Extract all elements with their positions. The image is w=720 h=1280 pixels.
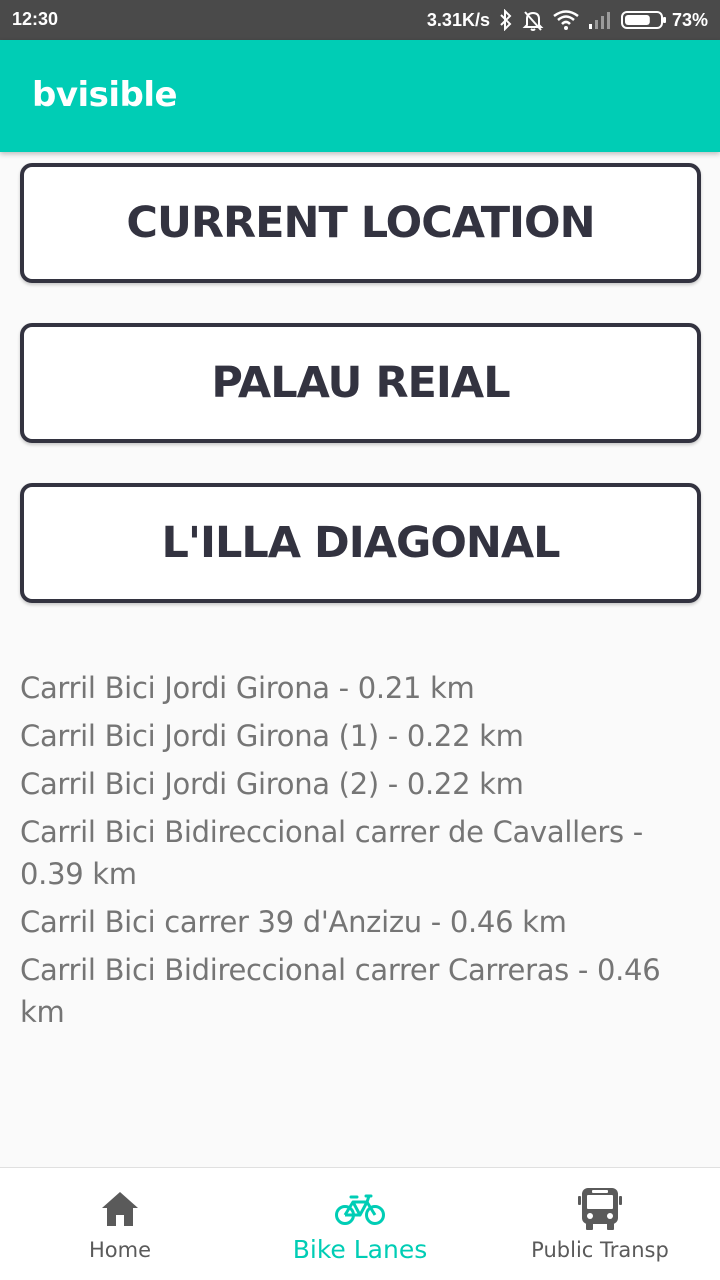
bike-lane-item: Carril Bici Jordi Girona (1) - 0.22 km: [20, 719, 524, 753]
bus-icon: [576, 1188, 624, 1230]
nav-bike-lanes[interactable]: Bike Lanes: [240, 1168, 480, 1280]
bike-lane-item: Carril Bici Jordi Girona (2) - 0.22 km: [20, 767, 524, 801]
battery-indicator: 73%: [620, 9, 708, 31]
signal-icon: [588, 11, 612, 29]
bike-lane-item: Carril Bici Bidireccional carrer Carrera…: [20, 953, 661, 1029]
nav-home-label: Home: [88, 1238, 151, 1262]
bike-lane-list: Carril Bici Jordi Girona - 0.21 km Carri…: [20, 667, 700, 1039]
home-icon: [100, 1188, 140, 1230]
lilla-diagonal-button[interactable]: L'ILLA DIAGONAL: [20, 483, 701, 603]
app-bar: bvisible: [0, 40, 720, 152]
bell-off-icon: [522, 9, 544, 31]
network-speed: 3.31K/s: [426, 9, 490, 30]
app-title: bvisible: [32, 75, 178, 115]
current-location-button[interactable]: CURRENT LOCATION: [20, 163, 701, 283]
bicycle-icon: [335, 1188, 385, 1230]
nav-public-transport-label: Public Transp: [531, 1238, 669, 1262]
nav-home[interactable]: Home: [0, 1168, 240, 1280]
screen: 12:30 3.31K/s 73% bvisible CURRENT LOCAT…: [0, 0, 720, 1280]
bottom-navigation: Home Bike Lanes Public Transp: [0, 1167, 720, 1280]
palau-reial-button[interactable]: PALAU REIAL: [20, 323, 701, 443]
battery-percent: 73%: [671, 9, 708, 30]
status-indicators: 3.31K/s 73%: [427, 0, 708, 40]
bike-lane-item: Carril Bici Jordi Girona - 0.21 km: [20, 671, 475, 705]
battery-icon: [620, 11, 666, 29]
bike-lane-item: Carril Bici Bidireccional carrer de Cava…: [20, 815, 643, 891]
status-time: 12:30: [12, 9, 59, 29]
bike-lane-item: Carril Bici carrer 39 d'Anzizu - 0.46 km: [20, 905, 567, 939]
nav-bike-lanes-label: Bike Lanes: [292, 1235, 428, 1264]
status-bar: 12:30 3.31K/s 73%: [0, 0, 720, 40]
wifi-icon: [553, 10, 579, 30]
bluetooth-icon: [499, 9, 513, 31]
nav-public-transport[interactable]: Public Transp: [480, 1168, 720, 1280]
